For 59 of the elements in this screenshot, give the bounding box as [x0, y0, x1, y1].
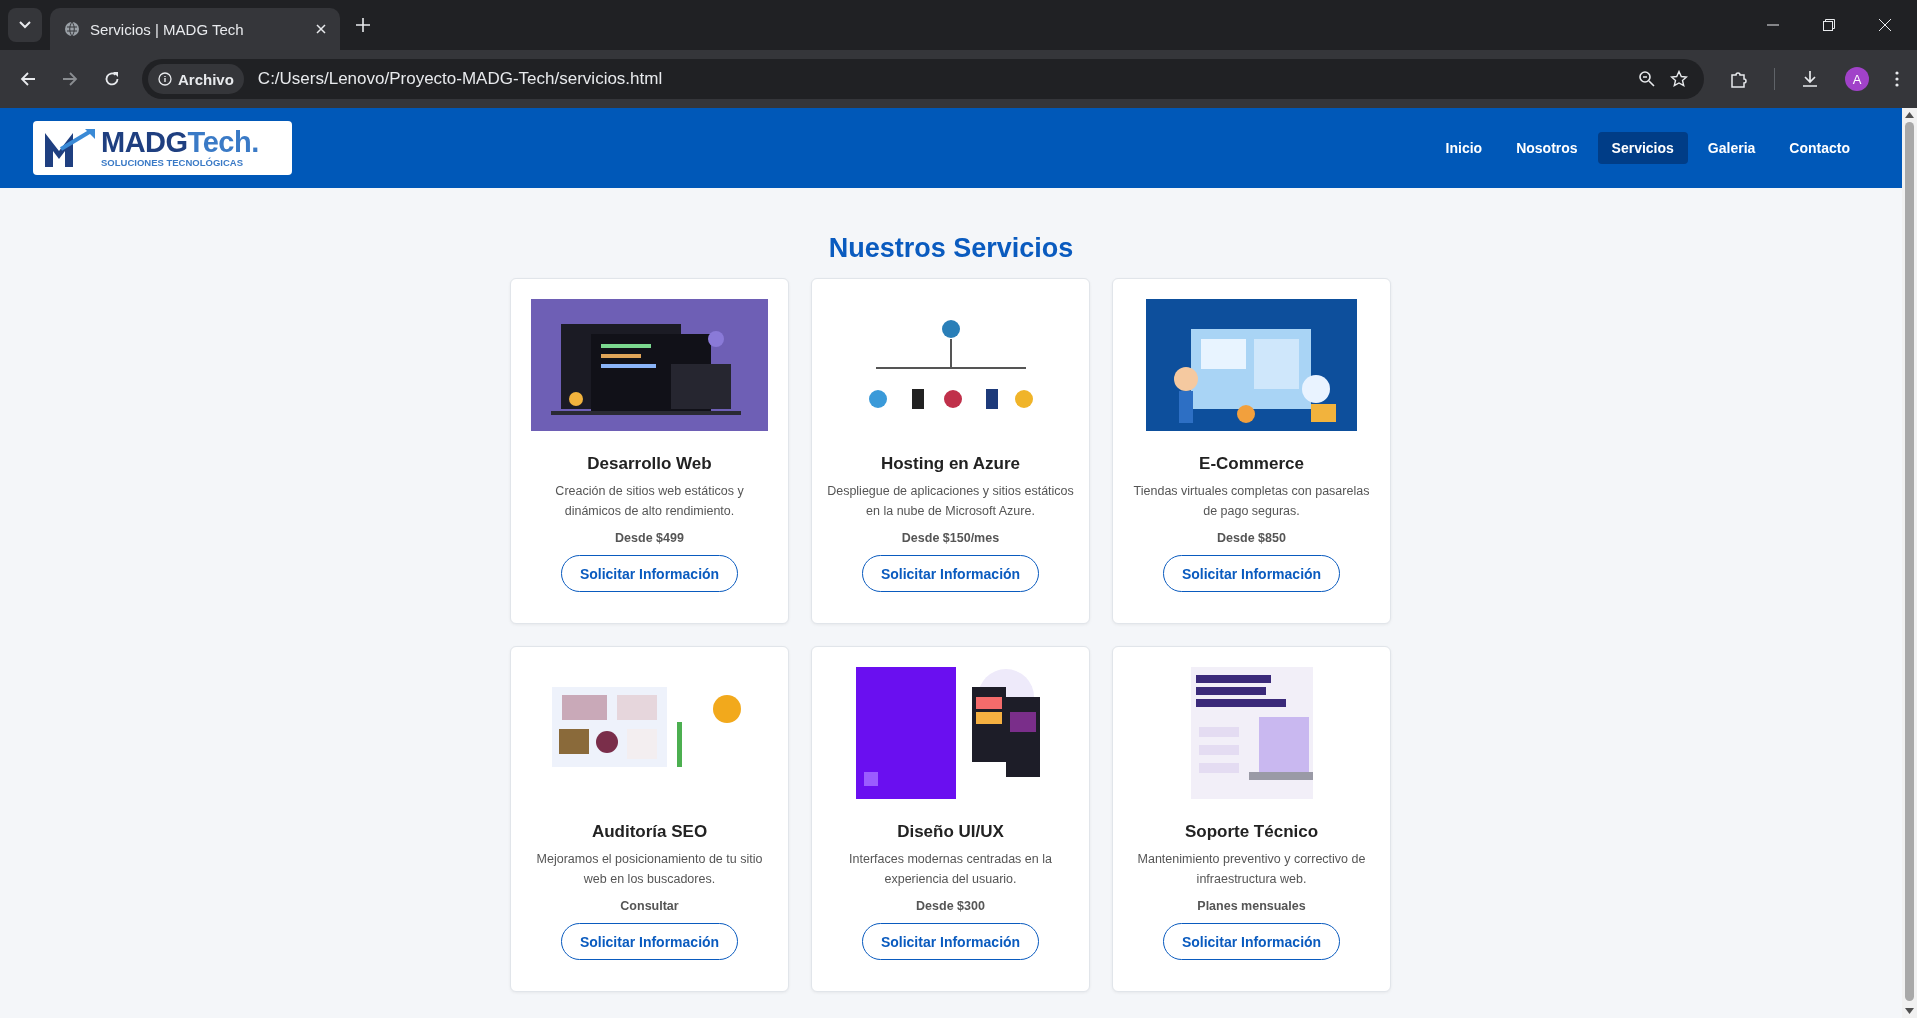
request-info-button[interactable]: Solicitar Información	[561, 555, 738, 592]
scrollbar-thumb[interactable]	[1905, 122, 1914, 1001]
service-title: Diseño UI/UX	[897, 821, 1004, 843]
logo-tagline: SOLUCIONES TECNOLÓGICAS	[101, 157, 244, 168]
logo-name: MADGTech.	[101, 128, 259, 157]
menu-icon[interactable]	[1895, 71, 1899, 87]
service-description: Despliegue de aplicaciones y sitios estáticos en la nube de Microsoft Azure.	[827, 483, 1074, 520]
service-price: Desde $499	[615, 531, 684, 545]
reload-icon[interactable]	[104, 71, 120, 87]
puzzle-piece-icon[interactable]	[1730, 70, 1748, 88]
scroll-down-icon[interactable]	[1905, 1008, 1914, 1014]
profile-avatar[interactable]: A	[1845, 67, 1869, 91]
nav-link[interactable]: Servicios	[1597, 132, 1688, 164]
request-info-button[interactable]: Solicitar Información	[1163, 555, 1340, 592]
request-info-button[interactable]: Solicitar Información	[561, 923, 738, 960]
service-description: Creación de sitios web estáticos y dinámicos de alto rendimiento.	[554, 483, 745, 520]
request-info-button[interactable]: Solicitar Información	[862, 555, 1039, 592]
service-title: Auditoría SEO	[591, 821, 708, 843]
chevron-down-icon	[19, 21, 31, 29]
browser-tab[interactable]: Servicios | MADG Tech	[50, 8, 340, 50]
nav-link[interactable]: Galeria	[1693, 132, 1770, 164]
close-icon[interactable]	[1879, 19, 1891, 31]
service-price: Consultar	[620, 899, 679, 913]
request-info-button[interactable]: Solicitar Información	[862, 923, 1039, 960]
tab-list-button[interactable]	[8, 8, 42, 42]
site-info-chip[interactable]: Archivo	[148, 64, 244, 94]
globe-icon	[64, 21, 80, 37]
service-price: Planes mensuales	[1197, 899, 1306, 913]
logo-badge[interactable]: MADGTech. SOLUCIONES TECNOLÓGICAS	[33, 121, 292, 175]
service-description: Tiendas virtuales completas con pasarelas de pago seguras.	[1132, 483, 1371, 520]
service-title: Hosting en Azure	[880, 453, 1021, 475]
nav-link[interactable]: Inicio	[1431, 132, 1497, 164]
service-description: Interfaces modernas centradas en la experiencia del usuario.	[848, 851, 1053, 888]
service-title: Desarrollo Web	[587, 453, 712, 475]
restore-icon[interactable]	[1823, 19, 1835, 31]
request-info-button[interactable]: Solicitar Información	[1163, 923, 1340, 960]
service-title: Soporte Técnico	[1184, 821, 1319, 843]
service-price: Desde $150/mes	[901, 531, 1000, 545]
address-bar[interactable]: Archivo C:/Users/Lenovo/Proyecto-MADG-Tech/servicios.html	[142, 59, 1704, 99]
zoom-icon[interactable]	[1638, 70, 1656, 88]
service-description: Mantenimiento preventivo y correctivo de infraestructura web.	[1136, 851, 1367, 888]
back-arrow-icon[interactable]	[20, 71, 36, 87]
download-icon[interactable]	[1801, 70, 1819, 88]
close-icon[interactable]	[316, 24, 326, 34]
nav-link[interactable]: Contacto	[1775, 132, 1864, 164]
nav-link[interactable]: Nosotros	[1502, 132, 1592, 164]
service-title: E-Commerce	[1199, 453, 1304, 475]
scrollbar[interactable]	[1902, 108, 1917, 1018]
page-heading: Nuestros Servicios	[827, 232, 1075, 264]
service-description: Mejoramos el posicionamiento de tu sitio web en los buscadores.	[535, 851, 764, 888]
new-tab-icon[interactable]	[356, 18, 370, 32]
service-price: Desde $850	[1217, 531, 1286, 545]
star-icon[interactable]	[1670, 70, 1688, 88]
info-icon	[158, 72, 172, 86]
tab-title: Servicios | MADG Tech	[90, 20, 245, 38]
url-text: C:/Users/Lenovo/Proyecto-MADG-Tech/servicios.html	[257, 69, 663, 89]
scroll-up-icon[interactable]	[1905, 112, 1914, 118]
service-price: Desde $300	[916, 899, 985, 913]
forward-arrow-icon[interactable]	[62, 71, 78, 87]
